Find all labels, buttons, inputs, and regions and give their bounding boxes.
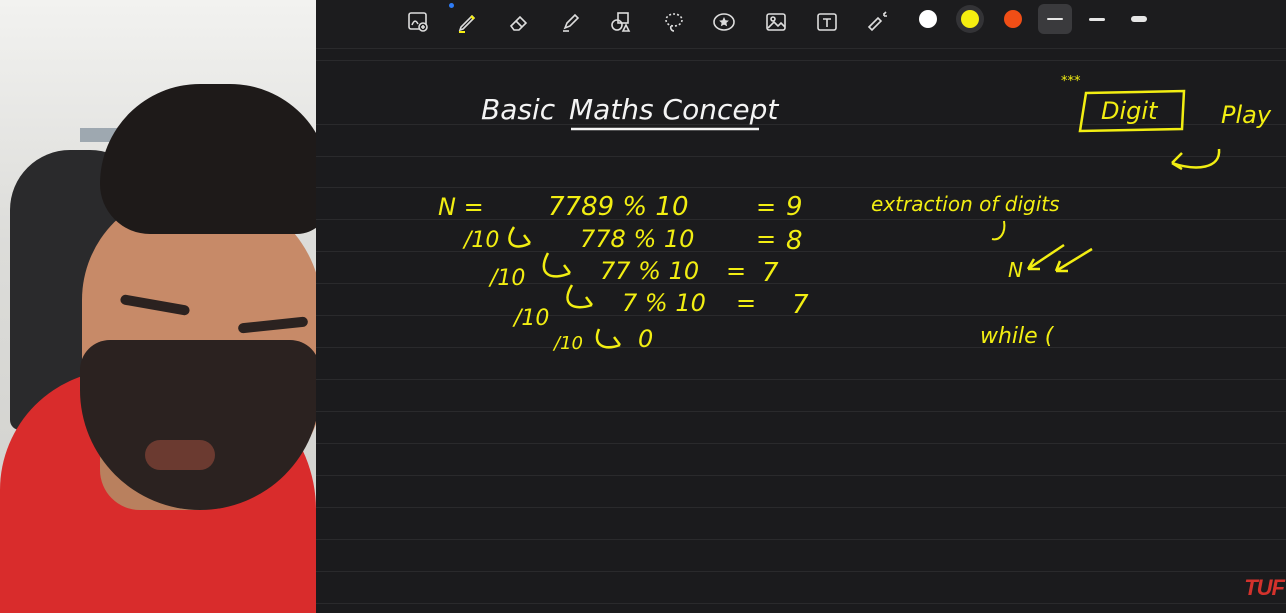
notes-toolbar: [316, 0, 1286, 49]
image-icon[interactable]: [761, 7, 791, 37]
presenter-mouth: [145, 440, 215, 470]
line-1-res: 9: [786, 192, 803, 222]
play-label: Play: [1221, 101, 1272, 129]
orange-color-swatch[interactable]: [1004, 10, 1022, 28]
divide-arrow-2: [542, 252, 571, 278]
while-label: while (: [980, 324, 1055, 349]
line-4-res: 7: [792, 290, 809, 320]
thick-stroke-icon: [1131, 16, 1147, 22]
stroke-medium-button[interactable]: [1080, 4, 1114, 34]
divide-arrow-3: [566, 284, 593, 309]
notebook-canvas[interactable]: Basic Maths Concept *** Digit Play N = 7…: [316, 49, 1286, 613]
title-basic: Basic: [481, 93, 556, 126]
tuf-watermark: TUF: [1244, 575, 1285, 600]
line-5-expr: 0: [638, 325, 653, 353]
medium-stroke-icon: [1089, 17, 1105, 21]
image-zoom-icon[interactable]: [403, 7, 433, 37]
extraction-underhook: [991, 220, 1006, 241]
digit-label: Digit: [1101, 97, 1159, 125]
line-2-expr: 778 % 10: [580, 225, 694, 253]
star-sticker-icon[interactable]: [709, 7, 739, 37]
webcam-feed: [0, 0, 316, 613]
line-3-expr: 77 % 10: [600, 257, 699, 285]
divide-arrow-4: [595, 328, 621, 349]
line-1-lhs: N =: [438, 193, 484, 221]
stroke-thin-button[interactable]: [1038, 4, 1072, 34]
yellow-color-swatch[interactable]: [961, 10, 979, 28]
n-arrow-label: N: [1008, 258, 1023, 282]
line-1-eq: =: [756, 193, 776, 221]
n-arrows: [1026, 243, 1093, 273]
line-4-expr: 7 % 10: [622, 289, 706, 317]
stroke-thick-button[interactable]: [1122, 4, 1156, 34]
line-2-eq: =: [756, 225, 776, 253]
eraser-icon[interactable]: [504, 7, 534, 37]
divide-arrow-1: [508, 226, 531, 248]
highlighter-icon[interactable]: [556, 7, 586, 37]
digit-stars: ***: [1061, 74, 1081, 89]
lasso-icon[interactable]: [659, 7, 689, 37]
text-box-icon[interactable]: [812, 7, 842, 37]
line-2-res: 8: [786, 226, 803, 256]
thin-stroke-icon: [1047, 18, 1063, 20]
white-color-swatch[interactable]: [919, 10, 937, 28]
handwriting-layer: Basic Maths Concept *** Digit Play N = 7…: [438, 74, 1272, 354]
title-maths-concept: Maths Concept: [569, 93, 779, 126]
laser-pointer-icon[interactable]: [863, 7, 893, 37]
line-2-lhs: /10: [462, 228, 499, 253]
shapes-icon[interactable]: [606, 7, 636, 37]
line-1-expr: 7789 % 10: [548, 192, 689, 222]
return-arrow: [1171, 148, 1221, 171]
line-3-eq: =: [726, 257, 746, 285]
extraction-label: extraction of digits: [871, 192, 1060, 216]
line-4-lhs: /10: [512, 306, 549, 331]
line-3-lhs: /10: [488, 266, 525, 291]
pen-icon[interactable]: [453, 7, 483, 37]
line-4-eq: =: [736, 289, 756, 317]
line-3-res: 7: [762, 258, 779, 288]
line-5-lhs: /10: [552, 333, 583, 354]
